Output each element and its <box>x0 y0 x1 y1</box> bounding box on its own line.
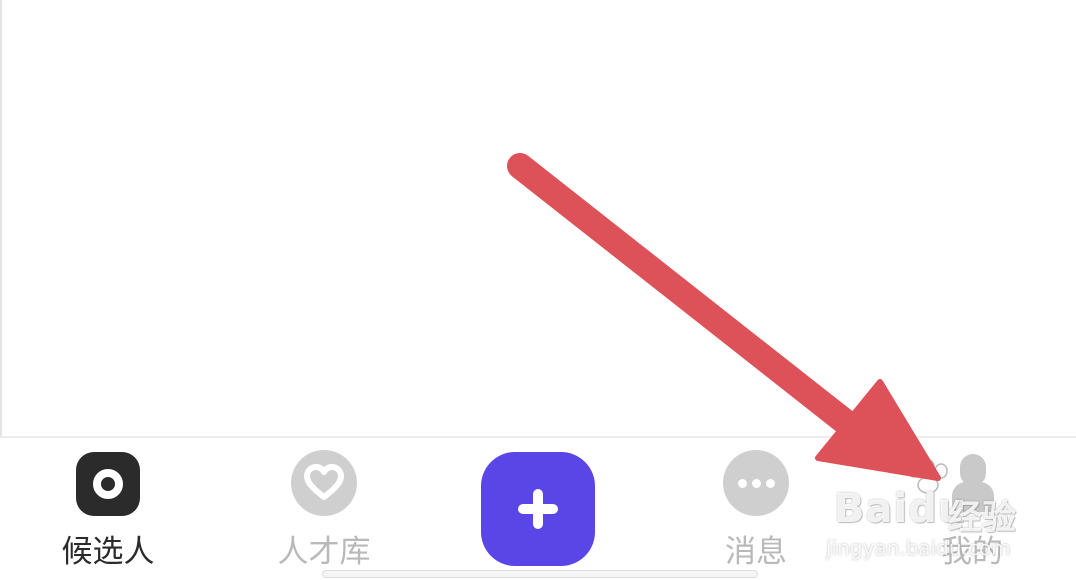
home-indicator <box>322 570 758 578</box>
tab-mine[interactable]: 我的 <box>872 438 1072 580</box>
person-icon <box>952 454 994 512</box>
tab-mine-label: 我的 <box>941 534 1003 570</box>
plus-icon <box>518 489 558 529</box>
tab-talent-pool-label: 人才库 <box>277 534 371 570</box>
app-screen: 候选人 人才库 消息 我的 Baidu 经验 jingyan.baidu.com <box>0 0 1076 580</box>
tab-talent-pool[interactable]: 人才库 <box>224 438 424 580</box>
candidates-icon <box>76 452 140 516</box>
bottom-tab-bar: 候选人 人才库 消息 我的 <box>0 436 1076 580</box>
tab-messages-label: 消息 <box>725 534 787 570</box>
content-area <box>2 0 1076 436</box>
tab-messages[interactable]: 消息 <box>656 438 856 580</box>
heart-icon <box>291 450 357 516</box>
tab-post[interactable] <box>438 438 638 580</box>
tab-candidates[interactable]: 候选人 <box>8 438 208 580</box>
tab-candidates-label: 候选人 <box>61 534 155 570</box>
add-button[interactable] <box>481 452 595 566</box>
chat-bubble-icon <box>723 450 789 516</box>
